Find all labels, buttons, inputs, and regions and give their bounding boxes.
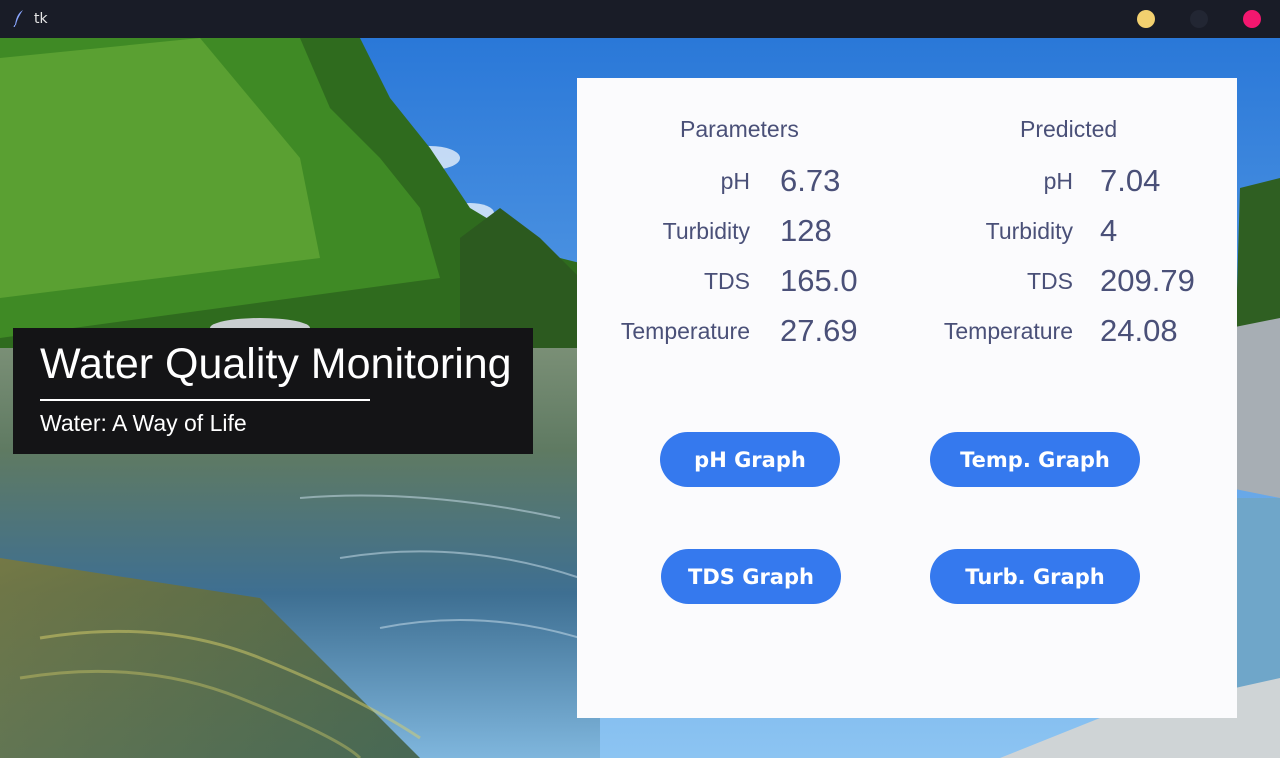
pred-temperature-label: Temperature: [943, 318, 1073, 344]
close-button[interactable]: [1243, 10, 1261, 28]
maximize-button[interactable]: [1190, 10, 1208, 28]
app-window: tk Water Quality Monitoring Water: A Way…: [0, 0, 1280, 758]
title-card: Water Quality Monitoring Water: A Way of…: [13, 328, 533, 454]
pred-ph-label: pH: [1043, 168, 1073, 194]
pred-tds-label: TDS: [1027, 268, 1073, 294]
tds-graph-button[interactable]: TDS Graph: [661, 549, 841, 604]
title-divider: [40, 399, 370, 401]
ph-graph-button[interactable]: pH Graph: [660, 432, 840, 487]
pred-ph-value: 7.04: [1100, 163, 1161, 198]
param-ph-label: pH: [720, 168, 750, 194]
parameters-heading: Parameters: [680, 116, 799, 142]
feather-icon: [13, 10, 23, 27]
app-subtitle: Water: A Way of Life: [40, 410, 247, 436]
param-tds-value: 165.0: [780, 263, 858, 298]
turb-graph-button[interactable]: Turb. Graph: [930, 549, 1140, 604]
param-temperature-label: Temperature: [620, 318, 750, 344]
readings-panel: Parameters Predicted pH 6.73 Turbidity 1…: [577, 78, 1237, 718]
temp-graph-button[interactable]: Temp. Graph: [930, 432, 1140, 487]
param-turbidity-value: 128: [780, 213, 832, 248]
param-turbidity-label: Turbidity: [662, 218, 750, 244]
param-tds-label: TDS: [704, 268, 750, 294]
pred-tds-value: 209.79: [1100, 263, 1195, 298]
title-bar[interactable]: tk: [0, 0, 1280, 38]
app-title: Water Quality Monitoring: [40, 340, 512, 388]
window-title: tk: [34, 11, 48, 27]
predicted-heading: Predicted: [1020, 116, 1118, 142]
param-temperature-value: 27.69: [780, 313, 858, 348]
pred-turbidity-value: 4: [1100, 213, 1118, 248]
minimize-button[interactable]: [1137, 10, 1155, 28]
pred-temperature-value: 24.08: [1100, 313, 1178, 348]
pred-turbidity-label: Turbidity: [985, 218, 1073, 244]
param-ph-value: 6.73: [780, 163, 841, 198]
